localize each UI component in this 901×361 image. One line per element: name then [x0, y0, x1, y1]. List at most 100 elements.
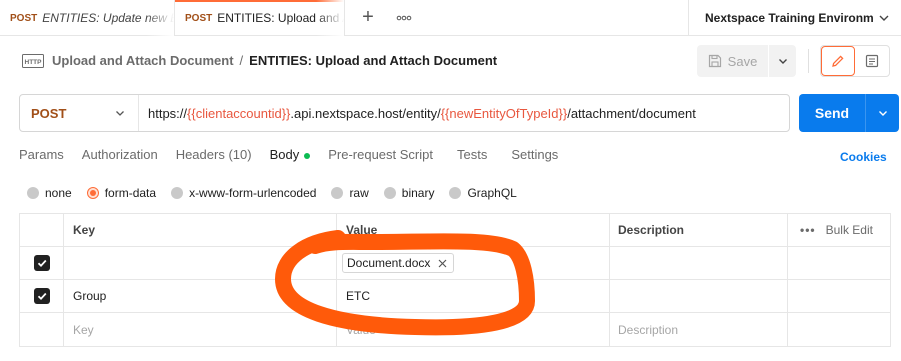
send-options-button[interactable]: [866, 94, 899, 132]
row-enabled-checkbox[interactable]: [33, 288, 50, 304]
tab-headers-label: Headers: [175, 147, 225, 162]
method-select[interactable]: POST: [20, 95, 139, 131]
description-placeholder-input[interactable]: Description: [610, 313, 788, 346]
description-input[interactable]: [610, 247, 788, 279]
http-icon: HTTP: [22, 54, 44, 68]
environment-selector[interactable]: Nextspace Training Environmer: [688, 0, 901, 36]
radio-form-data[interactable]: form-data: [86, 186, 157, 200]
key-input[interactable]: Group: [64, 280, 337, 312]
radio-label: GraphQL: [467, 186, 517, 200]
url-host-path: .api.nextspace.host/entity/: [290, 105, 441, 121]
checkmark-icon: [37, 292, 46, 300]
save-icon: [708, 54, 721, 68]
column-options-button[interactable]: •••: [800, 223, 816, 237]
tab-body[interactable]: Body: [270, 147, 311, 169]
comments-mode-button[interactable]: [855, 46, 889, 76]
value-cell[interactable]: Document.docx: [337, 247, 610, 279]
body-indicator-dot: [304, 152, 311, 159]
save-label: Save: [727, 53, 758, 69]
close-icon[interactable]: [438, 259, 447, 268]
tab-bar: POST ENTITIES: Update new E POST ENTITIE…: [0, 0, 901, 36]
comment-icon: [865, 54, 879, 68]
table-header-row: Key Value Description ••• Bulk Edit: [20, 214, 890, 247]
description-input[interactable]: [610, 280, 788, 312]
radio-dot: [171, 187, 184, 199]
request-header: HTTP Upload and Attach Document / ENTITIES…: [0, 37, 901, 85]
url-prefix: https://: [148, 105, 188, 121]
more-tabs-button[interactable]: [392, 6, 416, 30]
table-row: Document.docx: [20, 247, 890, 280]
tab-params[interactable]: Params: [19, 147, 64, 169]
request-tab-update-entity[interactable]: POST ENTITIES: Update new E: [0, 0, 175, 36]
row-actions-cell: [788, 247, 890, 279]
tab-body-label: Body: [269, 147, 300, 162]
key-input[interactable]: [64, 247, 337, 279]
url-input[interactable]: https://{{clientaccountid}} .api.nextspac…: [139, 95, 789, 131]
save-button[interactable]: Save: [697, 45, 769, 77]
tab-method-label: POST: [10, 12, 38, 24]
radio-x-www-form-urlencoded[interactable]: x-www-form-urlencoded: [171, 186, 316, 200]
page-title[interactable]: ENTITIES: Upload and Attach Document: [249, 53, 497, 68]
radio-label: binary: [401, 186, 435, 200]
file-name: Document.docx: [347, 256, 431, 270]
header-check-cell: [20, 214, 64, 246]
value-placeholder-input[interactable]: Value: [337, 313, 610, 346]
table-row-new: Key Value Description: [20, 313, 890, 346]
radio-raw[interactable]: raw: [331, 186, 369, 200]
breadcrumb-separator: /: [239, 53, 244, 68]
tab-prerequest-script[interactable]: Pre-request Script: [328, 147, 433, 169]
checkmark-icon: [37, 259, 46, 267]
row-actions-cell: [788, 280, 890, 312]
request-tab-upload-attach[interactable]: POST ENTITIES: Upload and A: [175, 0, 345, 36]
file-chip: Document.docx: [342, 253, 455, 273]
chevron-down-icon: [778, 59, 787, 64]
url-variable-newentityoftypeid: {{newEntityOfTypeId}}: [440, 105, 568, 121]
chevron-down-icon: [879, 15, 889, 21]
column-header-value: Value: [337, 214, 610, 246]
key-placeholder-input[interactable]: Key: [64, 313, 337, 346]
toolbar-divider: [808, 49, 809, 73]
edit-mode-button[interactable]: [821, 46, 855, 76]
cookies-link[interactable]: Cookies: [840, 150, 887, 164]
radio-label: form-data: [104, 186, 157, 200]
tab-method-label: POST: [185, 12, 213, 24]
environment-label: Nextspace Training Environmer: [705, 11, 873, 25]
radio-label: none: [45, 186, 72, 200]
send-button[interactable]: Send: [799, 94, 866, 132]
tab-tests[interactable]: Tests: [457, 147, 487, 169]
row-enabled-checkbox[interactable]: [33, 255, 50, 271]
row-actions-cell: [788, 313, 890, 346]
tab-authorization[interactable]: Authorization: [82, 147, 158, 169]
table-row: Group ETC: [20, 280, 890, 313]
method-label: POST: [31, 105, 67, 121]
request-tabs: Params Authorization Headers (10) Body P…: [19, 147, 558, 169]
view-mode-toggle: [820, 45, 890, 77]
radio-dot: [383, 187, 396, 199]
row-check-cell: [20, 247, 64, 279]
chevron-down-icon: [116, 111, 124, 116]
value-input[interactable]: ETC: [337, 280, 610, 312]
save-options-button[interactable]: [769, 45, 796, 77]
column-header-description: Description: [610, 214, 788, 246]
radio-binary[interactable]: binary: [383, 186, 435, 200]
headers-count: (10): [228, 147, 252, 162]
radio-dot: [331, 187, 344, 199]
new-tab-button[interactable]: +: [356, 6, 380, 30]
radio-dot: [86, 187, 99, 199]
save-button-group: Save: [697, 45, 796, 77]
radio-label: raw: [349, 186, 369, 200]
pencil-icon: [832, 55, 844, 67]
radio-dot: [449, 187, 462, 199]
radio-graphql[interactable]: GraphQL: [449, 186, 517, 200]
tab-fade: [316, 0, 344, 36]
form-data-table: Key Value Description ••• Bulk Edit Docu…: [19, 213, 891, 347]
radio-label: x-www-form-urlencoded: [189, 186, 317, 200]
radio-none[interactable]: none: [27, 186, 72, 200]
tab-headers[interactable]: Headers (10): [176, 147, 252, 169]
url-variable-clientaccountid: {{clientaccountid}}: [187, 105, 291, 121]
breadcrumb-parent[interactable]: Upload and Attach Document: [52, 53, 234, 68]
bulk-edit-button[interactable]: Bulk Edit: [826, 223, 873, 237]
row-check-cell: [20, 313, 64, 346]
tab-settings[interactable]: Settings: [511, 147, 558, 169]
row-check-cell: [20, 280, 64, 312]
